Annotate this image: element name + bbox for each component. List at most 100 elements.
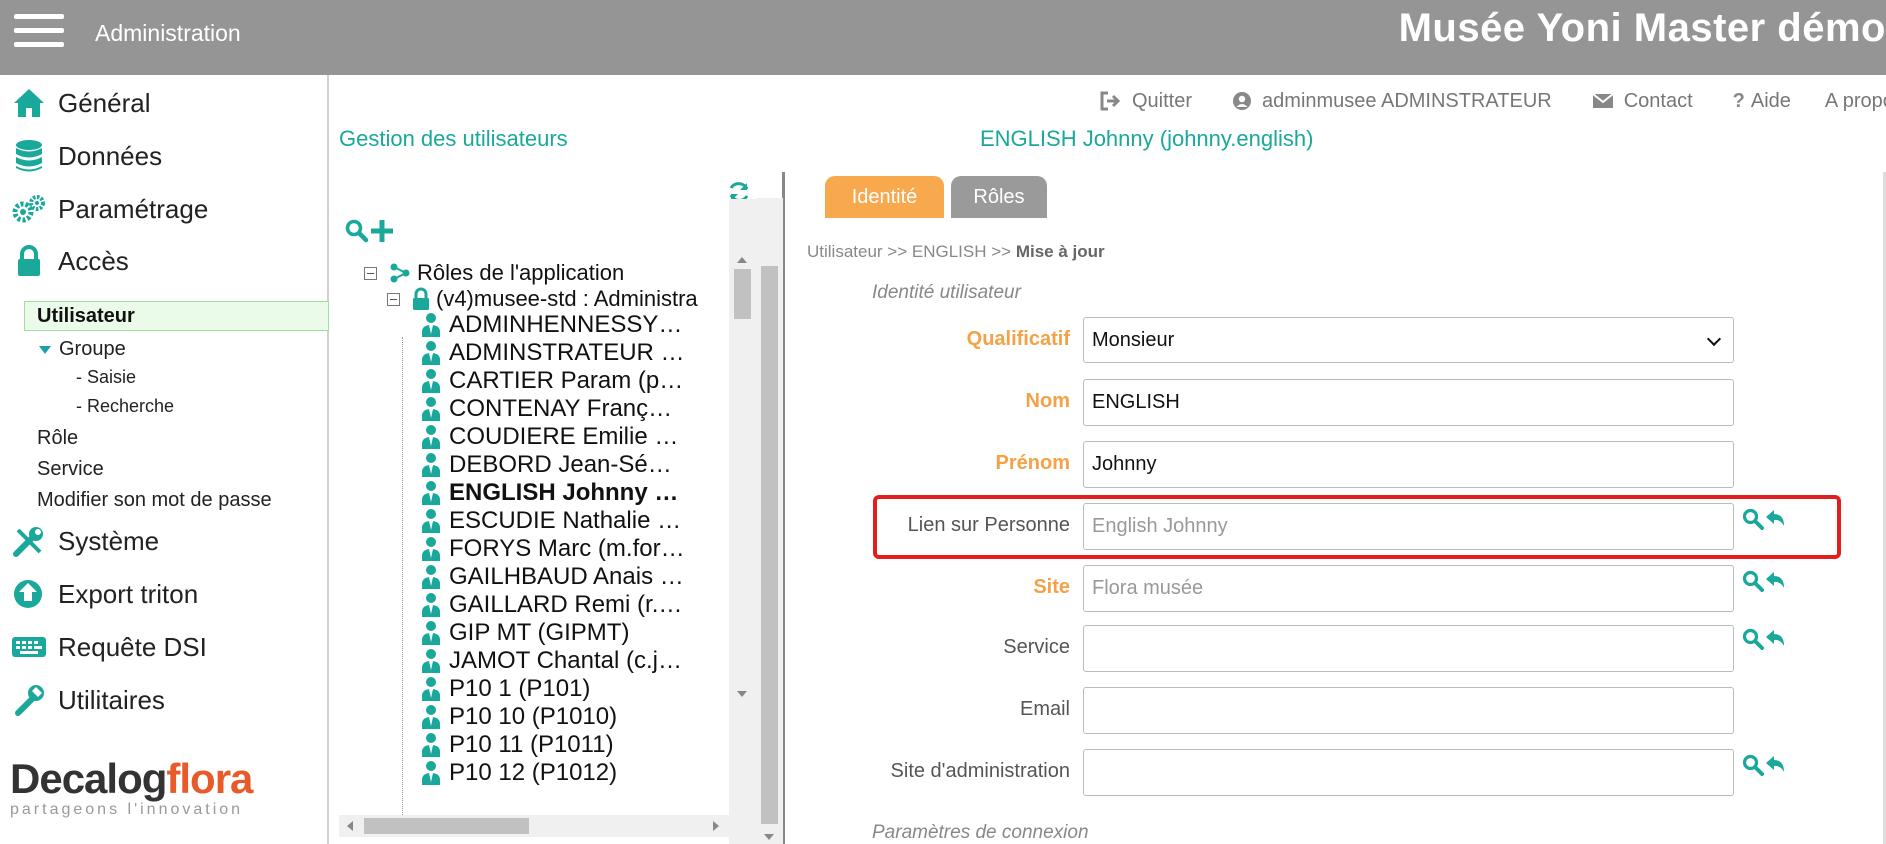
add-icon[interactable] bbox=[369, 218, 395, 249]
search-icon[interactable] bbox=[345, 219, 369, 248]
tree-vertical-scrollbar[interactable] bbox=[729, 199, 756, 844]
service-tools bbox=[1742, 628, 1786, 655]
a-propos-link[interactable]: A propos bbox=[1825, 90, 1886, 113]
tree-node-role[interactable]: (v4)musee-std : Administra bbox=[387, 286, 698, 312]
tree-node-label: CARTIER Param (p… bbox=[449, 367, 684, 394]
tree-node-user[interactable]: P10 1 (P101) bbox=[421, 675, 590, 702]
qualificatif-label: Qualificatif bbox=[966, 328, 1070, 350]
scroll-right-icon[interactable] bbox=[713, 821, 719, 831]
sidebar-sub-role[interactable]: Rôle bbox=[37, 427, 78, 450]
tree-node-root[interactable]: Rôles de l'application bbox=[364, 260, 624, 286]
tree-node-user[interactable]: FORYS Marc (m.for… bbox=[421, 535, 685, 562]
tree-node-user[interactable]: P10 10 (P1010) bbox=[421, 703, 617, 730]
email-field[interactable] bbox=[1083, 687, 1734, 734]
lock-icon bbox=[412, 287, 430, 311]
breadcrumb-left[interactable]: Gestion des utilisateurs bbox=[339, 126, 568, 152]
tree-node-user[interactable]: COUDIERE Emilie … bbox=[421, 423, 679, 450]
email-label: Email bbox=[1019, 698, 1070, 720]
search-icon[interactable] bbox=[1742, 628, 1764, 655]
aide-link[interactable]: ? Aide bbox=[1733, 90, 1791, 113]
site-field[interactable]: Flora musée bbox=[1083, 565, 1734, 612]
scroll-down-icon[interactable] bbox=[764, 834, 774, 840]
tree-node-user[interactable]: CARTIER Param (p… bbox=[421, 367, 684, 394]
tree-horizontal-scrollbar[interactable] bbox=[339, 815, 729, 837]
hamburger-menu-icon[interactable] bbox=[14, 14, 64, 52]
tree-node-user[interactable]: ADMINHENNESSY… bbox=[421, 311, 682, 338]
sidebar-item-utilitaires[interactable]: Utilitaires bbox=[10, 680, 165, 720]
user-icon bbox=[421, 564, 443, 590]
sidebar-sub-groupe[interactable]: Groupe bbox=[39, 338, 126, 361]
collapse-toggle-icon[interactable] bbox=[387, 292, 400, 306]
panel-scrollbar[interactable] bbox=[756, 198, 783, 844]
tab-identite[interactable]: Identité bbox=[825, 176, 944, 218]
tree-node-user[interactable]: P10 12 (P1012) bbox=[421, 759, 618, 786]
scroll-thumb[interactable] bbox=[364, 818, 529, 834]
scroll-thumb[interactable] bbox=[734, 269, 751, 319]
user-account-link[interactable]: adminmusee ADMINSTRATEUR bbox=[1232, 90, 1552, 113]
tree-node-label: CONTENAY Franç… bbox=[449, 395, 673, 422]
tree-node-label: P10 12 (P1012) bbox=[449, 759, 618, 786]
wrench-icon bbox=[10, 682, 48, 718]
panel-scroll-thumb[interactable] bbox=[761, 266, 778, 824]
sidebar-sub-modifier-mdp[interactable]: Modifier son mot de passe bbox=[37, 489, 272, 512]
tree-node-user[interactable]: JAMOT Chantal (c.j… bbox=[421, 647, 682, 674]
nom-field[interactable]: ENGLISH bbox=[1083, 379, 1734, 426]
undo-icon[interactable] bbox=[1764, 628, 1786, 655]
sidebar-sub-saisie[interactable]: - Saisie bbox=[76, 367, 136, 388]
scroll-up-icon[interactable] bbox=[737, 257, 747, 263]
tree-node-user[interactable]: ADMINSTRATEUR … bbox=[421, 339, 685, 366]
qualificatif-dropdown[interactable]: Monsieur bbox=[1092, 318, 1733, 362]
sidebar-sub-recherche[interactable]: - Recherche bbox=[76, 396, 174, 417]
sidebar-item-parametrage[interactable]: Paramétrage bbox=[10, 189, 208, 229]
scroll-left-icon[interactable] bbox=[347, 821, 353, 831]
tree-panel: Rôles de l'application (v4)musee-std : A… bbox=[339, 172, 785, 844]
quitter-link[interactable]: Quitter bbox=[1100, 90, 1192, 113]
sidebar-item-general[interactable]: Général bbox=[10, 83, 151, 123]
tree-node-label: Rôles de l'application bbox=[417, 260, 625, 285]
service-field[interactable] bbox=[1083, 625, 1734, 672]
section-identite: Identité utilisateur bbox=[872, 282, 1021, 303]
tree-node-user[interactable]: GAILHBAUD Anais … bbox=[421, 563, 684, 590]
sidebar-item-label: Paramétrage bbox=[58, 193, 209, 224]
sidebar-item-donnees[interactable]: Données bbox=[10, 136, 162, 176]
tree-node-label: JAMOT Chantal (c.j… bbox=[449, 647, 682, 674]
sidebar-sub-service[interactable]: Service bbox=[37, 458, 104, 481]
search-icon[interactable] bbox=[1742, 754, 1764, 781]
user-icon bbox=[421, 312, 443, 338]
tree-node-label: FORYS Marc (m.for… bbox=[449, 535, 685, 562]
logo-part2: flora bbox=[166, 755, 253, 802]
logo-tagline: partageons l'innovation bbox=[10, 801, 244, 818]
sidebar-item-requete-dsi[interactable]: Requête DSI bbox=[10, 627, 207, 667]
scroll-down-icon[interactable] bbox=[737, 691, 747, 697]
undo-icon[interactable] bbox=[1764, 570, 1786, 597]
tree-node-user[interactable]: GAILLARD Remi (r.… bbox=[421, 591, 682, 618]
sidebar-item-systeme[interactable]: Système bbox=[10, 521, 159, 561]
tree-node-user[interactable]: CONTENAY Franç… bbox=[421, 395, 673, 422]
user-account-label: adminmusee ADMINSTRATEUR bbox=[1262, 89, 1552, 112]
sidebar-sub-utilisateur[interactable]: Utilisateur bbox=[37, 305, 135, 328]
qualificatif-select[interactable]: Monsieur bbox=[1083, 317, 1734, 363]
sidebar-item-export-triton[interactable]: Export triton bbox=[10, 574, 198, 614]
tree-node-label: GAILHBAUD Anais … bbox=[449, 563, 684, 590]
aide-label: Aide bbox=[1750, 89, 1791, 112]
tree-node-user[interactable]: GIP MT (GIPMT) bbox=[421, 619, 629, 646]
tree-node-label: P10 11 (P1011) bbox=[449, 731, 614, 758]
search-icon[interactable] bbox=[1742, 570, 1764, 597]
site-admin-field[interactable] bbox=[1083, 749, 1734, 796]
contact-link[interactable]: Contact bbox=[1592, 90, 1693, 113]
sign-out-icon bbox=[1100, 91, 1122, 111]
collapse-toggle-icon[interactable] bbox=[364, 266, 377, 280]
tree-node-user[interactable]: DEBORD Jean-Sé… bbox=[421, 451, 672, 478]
tree-node-user[interactable]: ENGLISH Johnny … bbox=[421, 479, 678, 506]
lock-icon bbox=[10, 243, 48, 279]
question-icon: ? bbox=[1732, 89, 1745, 112]
roles-tree-icon bbox=[389, 262, 411, 284]
sidebar-item-acces[interactable]: Accès bbox=[10, 241, 129, 281]
prenom-field[interactable]: Johnny bbox=[1083, 441, 1734, 488]
tree-node-user[interactable]: P10 11 (P1011) bbox=[421, 731, 614, 758]
undo-icon[interactable] bbox=[1764, 754, 1786, 781]
sidebar-item-label: Accès bbox=[58, 245, 129, 276]
tree-node-user[interactable]: ESCUDIE Nathalie … bbox=[421, 507, 681, 534]
tab-roles[interactable]: Rôles bbox=[951, 176, 1047, 218]
tree-node-label: COUDIERE Emilie … bbox=[449, 423, 679, 450]
